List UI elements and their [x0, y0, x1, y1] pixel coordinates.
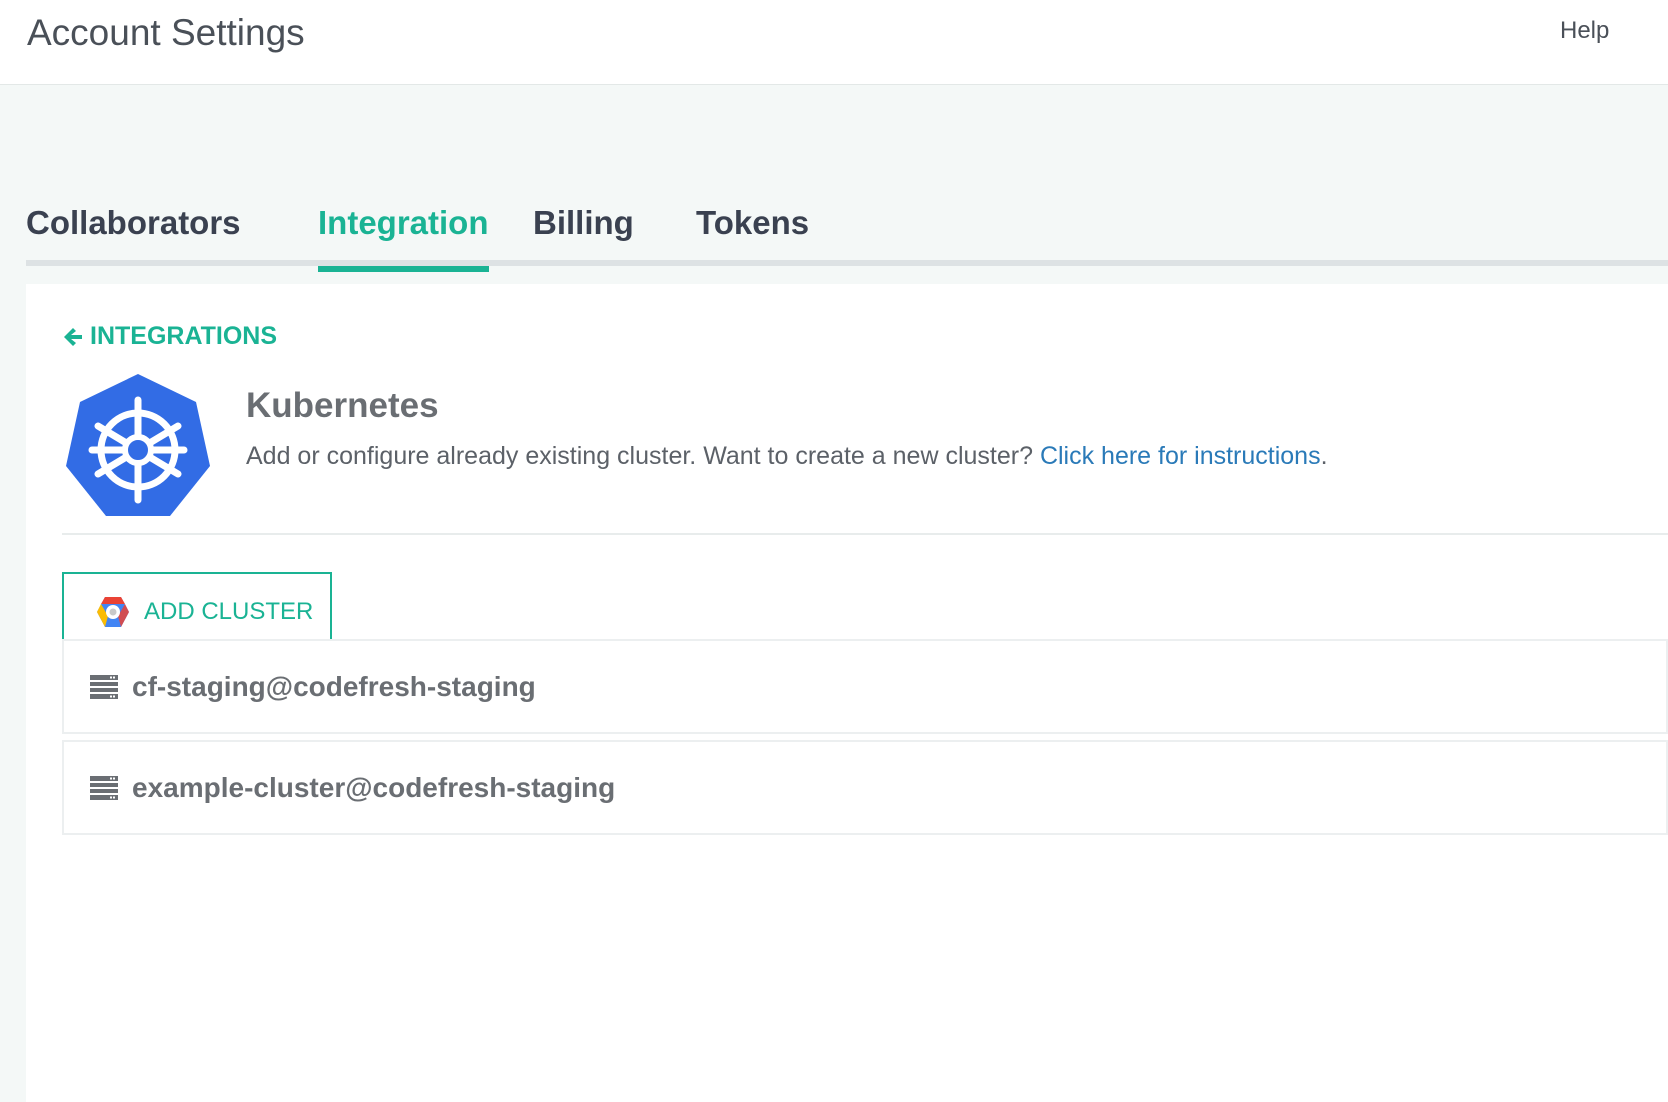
settings-tabs: Collaborators Integration Billing Tokens — [26, 200, 1668, 272]
google-cloud-icon — [97, 596, 129, 627]
cluster-name: example-cluster@codefresh-staging — [132, 771, 616, 803]
back-link-label: INTEGRATIONS — [90, 322, 278, 350]
top-bar: Account Settings Help — [0, 0, 1668, 85]
tab-tokens[interactable]: Tokens — [696, 200, 809, 266]
instructions-link[interactable]: Click here for instructions — [1040, 442, 1321, 470]
cluster-name: cf-staging@codefresh-staging — [132, 670, 536, 702]
back-to-integrations-link[interactable]: INTEGRATIONS — [62, 322, 277, 351]
help-link[interactable]: Help — [1560, 17, 1609, 45]
tab-billing[interactable]: Billing — [533, 200, 634, 266]
description-suffix: . — [1320, 442, 1328, 470]
tab-collaborators[interactable]: Collaborators — [26, 200, 241, 266]
arrow-left-icon — [64, 327, 82, 346]
integration-description: Add or configure already existing cluste… — [246, 442, 1328, 471]
server-icon — [90, 674, 118, 699]
description-text: Add or configure already existing cluste… — [246, 442, 1033, 470]
tab-integration[interactable]: Integration — [318, 200, 489, 272]
cluster-row[interactable]: example-cluster@codefresh-staging — [62, 740, 1668, 835]
kubernetes-logo — [66, 374, 210, 516]
server-icon — [90, 775, 118, 800]
cluster-row[interactable]: cf-staging@codefresh-staging — [62, 639, 1668, 734]
section-divider — [62, 533, 1668, 535]
add-cluster-label: ADD CLUSTER — [144, 597, 314, 625]
page-title: Account Settings — [27, 12, 305, 53]
integration-title: Kubernetes — [246, 386, 439, 425]
integration-panel: INTEGRATIONS Kubernetes Add or configure… — [26, 284, 1668, 1102]
